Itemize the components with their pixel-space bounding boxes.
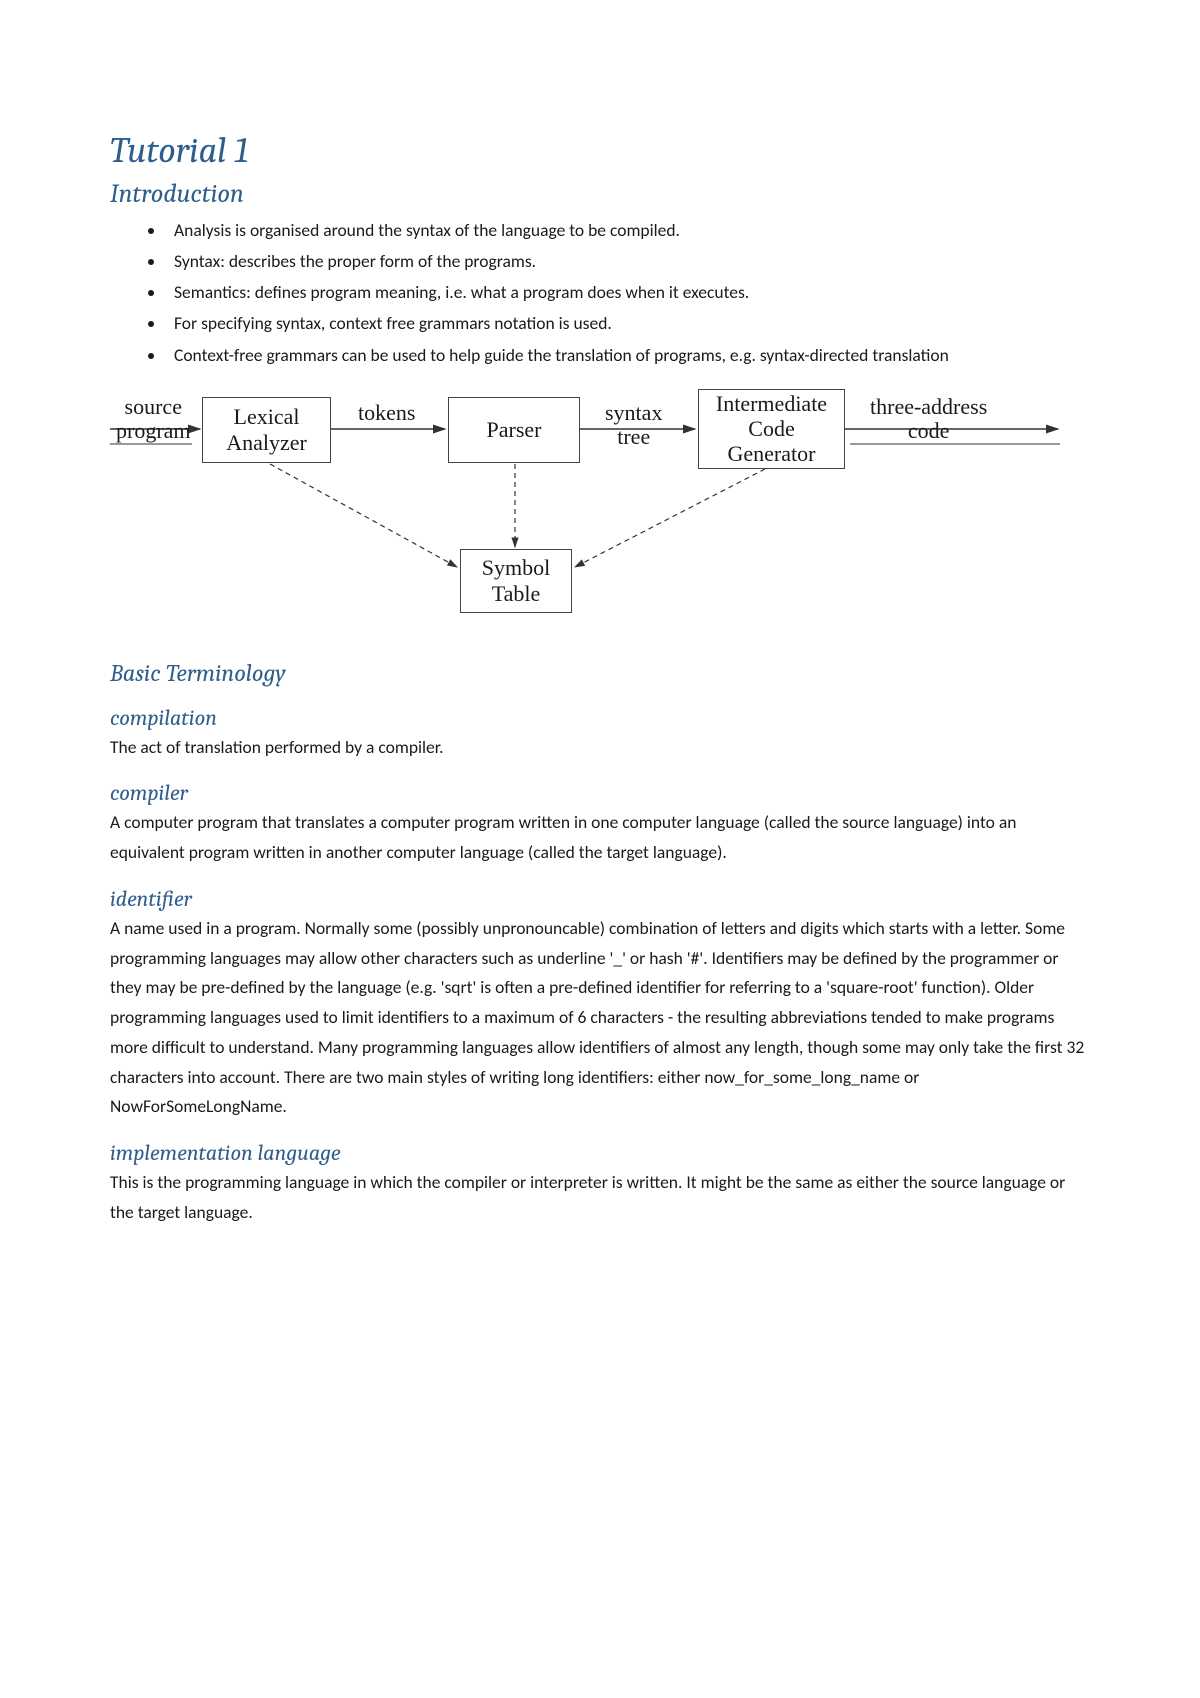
section-introduction: Introduction	[110, 179, 1090, 209]
def-compiler: A computer program that translates a com…	[110, 808, 1090, 868]
text: tree	[617, 424, 650, 449]
text: Parser	[487, 417, 542, 442]
text: syntax	[605, 400, 662, 425]
text: Lexical	[234, 404, 300, 429]
text: code	[908, 418, 950, 443]
text: Analyzer	[226, 430, 307, 455]
list-item: Analysis is organised around the syntax …	[166, 217, 1090, 244]
diagram-label-syntax-tree: syntax tree	[605, 401, 662, 449]
list-item: For specifying syntax, context free gram…	[166, 310, 1090, 337]
compiler-diagram: source program Lexical Analyzer tokens P…	[110, 389, 1060, 629]
text: program	[116, 418, 191, 443]
diagram-label-source: source program	[116, 395, 191, 443]
intro-bullet-list: Analysis is organised around the syntax …	[110, 217, 1090, 369]
diagram-box-lexical-analyzer: Lexical Analyzer	[202, 397, 331, 463]
diagram-box-intermediate-code-generator: Intermediate Code Generator	[698, 389, 845, 469]
text: Table	[492, 581, 541, 606]
text: Intermediate	[716, 391, 827, 416]
diagram-box-symbol-table: Symbol Table	[460, 549, 572, 613]
list-item: Syntax: describes the proper form of the…	[166, 248, 1090, 275]
term-compiler: compiler	[110, 780, 1090, 806]
text: Code	[748, 416, 794, 441]
text: source	[125, 394, 182, 419]
text: Generator	[728, 441, 816, 466]
page-title: Tutorial 1	[110, 130, 1090, 171]
diagram-box-parser: Parser	[448, 397, 580, 463]
diagram-label-tokens: tokens	[358, 401, 415, 425]
list-item: Context-free grammars can be used to hel…	[166, 342, 1090, 369]
text: three-address	[870, 394, 987, 419]
term-compilation: compilation	[110, 705, 1090, 731]
def-implementation-language: This is the programming language in whic…	[110, 1168, 1090, 1228]
def-compilation: The act of translation performed by a co…	[110, 733, 1090, 763]
section-basic-terminology: Basic Terminology	[110, 659, 1090, 687]
term-implementation-language: implementation language	[110, 1140, 1090, 1166]
text: Symbol	[482, 555, 550, 580]
def-identifier: A name used in a program. Normally some …	[110, 914, 1090, 1122]
page: Tutorial 1 Introduction Analysis is orga…	[0, 0, 1200, 1330]
list-item: Semantics: defines program meaning, i.e.…	[166, 279, 1090, 306]
term-identifier: identifier	[110, 886, 1090, 912]
diagram-label-three-address-code: three-address code	[870, 395, 987, 443]
